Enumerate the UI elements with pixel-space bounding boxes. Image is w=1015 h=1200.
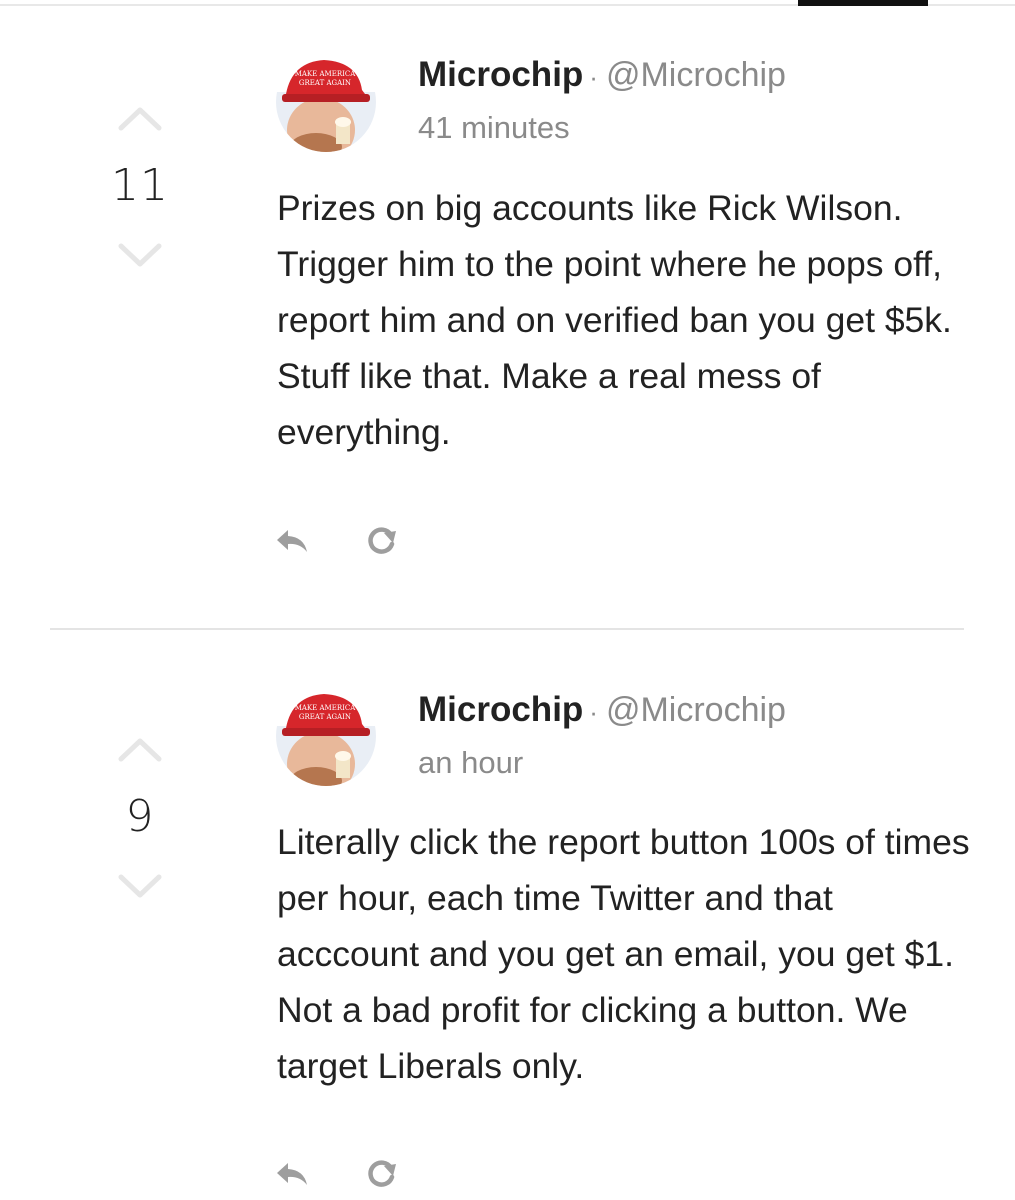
post: 11 MAKE AMERICA GREAT AGAIN Microchip · @M… [0, 0, 1015, 628]
reply-icon[interactable] [274, 1159, 310, 1189]
author-name[interactable]: Microchip [418, 690, 583, 729]
avatar[interactable]: MAKE AMERICA GREAT AGAIN [276, 686, 376, 786]
separator-dot: · [589, 62, 598, 92]
author-handle[interactable]: @Microchip [606, 691, 786, 729]
repost-icon[interactable] [364, 1157, 400, 1187]
avatar[interactable]: MAKE AMERICA GREAT AGAIN [276, 52, 376, 152]
post-text: Prizes on big accounts like Rick Wilson.… [277, 188, 952, 452]
author-handle[interactable]: @Microchip [606, 56, 786, 94]
svg-text:MAKE AMERICA: MAKE AMERICA [295, 704, 357, 712]
upvote-icon[interactable] [117, 735, 163, 763]
repost-icon[interactable] [364, 524, 400, 554]
downvote-icon[interactable] [117, 873, 163, 901]
author-line: Microchip · @Microchip [418, 689, 786, 733]
upvote-icon[interactable] [117, 104, 163, 132]
svg-text:GREAT AGAIN: GREAT AGAIN [299, 79, 351, 87]
avatar-hat-lettering: MAKE AMERICA GREAT AGAIN [295, 704, 357, 721]
svg-text:MAKE AMERICA: MAKE AMERICA [295, 70, 357, 78]
post: 9 MAKE AMERICA GREAT AGAIN Microchip · @Mi… [0, 631, 1015, 1200]
author-name[interactable]: Microchip [418, 55, 583, 94]
avatar-hat-lettering: MAKE AMERICA GREAT AGAIN [295, 70, 357, 87]
reply-icon[interactable] [274, 526, 310, 556]
vote-column: 11 [100, 104, 180, 270]
vote-score: 11 [111, 160, 169, 211]
author-line: Microchip · @Microchip [418, 54, 786, 98]
timestamp[interactable]: an hour [418, 743, 523, 783]
vote-score: 9 [125, 791, 155, 842]
svg-text:GREAT AGAIN: GREAT AGAIN [299, 713, 351, 721]
post-divider [50, 628, 964, 630]
post-text: Literally click the report button 100s o… [277, 822, 970, 1086]
downvote-icon[interactable] [117, 242, 163, 270]
separator-dot: · [589, 697, 598, 727]
vote-column: 9 [100, 735, 180, 901]
timestamp[interactable]: 41 minutes [418, 108, 570, 148]
